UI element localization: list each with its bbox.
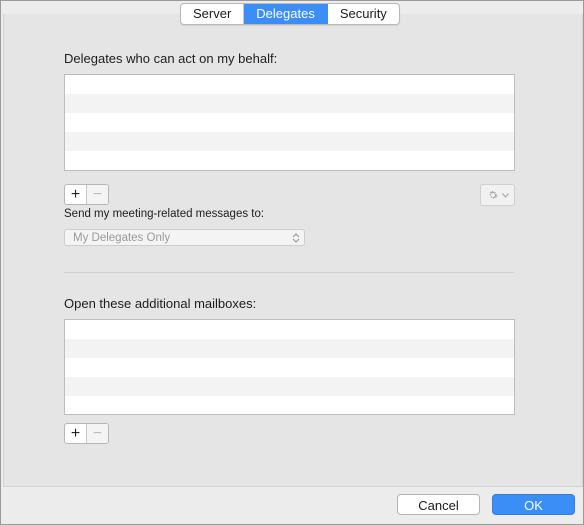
tab-delegates[interactable]: Delegates xyxy=(244,4,328,24)
send-messages-select[interactable]: My Delegates Only xyxy=(64,229,305,246)
add-mailbox-button[interactable]: + xyxy=(65,424,87,443)
list-row[interactable] xyxy=(65,132,514,151)
list-row[interactable] xyxy=(65,113,514,132)
tab-security[interactable]: Security xyxy=(328,4,399,24)
chevron-down-icon xyxy=(501,192,509,198)
tab-bar: Server Delegates Security xyxy=(180,3,400,25)
remove-delegate-button[interactable]: − xyxy=(87,185,108,204)
delegates-list[interactable] xyxy=(64,74,515,171)
tab-server[interactable]: Server xyxy=(181,4,245,24)
ok-button[interactable]: OK xyxy=(492,494,575,515)
add-delegate-button[interactable]: + xyxy=(65,185,87,204)
send-messages-label: Send my meeting-related messages to: xyxy=(64,208,265,220)
list-row[interactable] xyxy=(65,339,514,358)
delegates-heading: Delegates who can act on my behalf: xyxy=(64,51,278,66)
up-down-arrows-icon xyxy=(292,233,300,243)
list-row[interactable] xyxy=(65,377,514,396)
mailboxes-list[interactable] xyxy=(64,319,515,415)
mailboxes-add-remove: + − xyxy=(64,423,109,444)
gear-icon xyxy=(488,190,498,199)
send-messages-value: My Delegates Only xyxy=(73,232,171,244)
list-row[interactable] xyxy=(65,358,514,377)
list-row[interactable] xyxy=(65,320,514,339)
list-row[interactable] xyxy=(65,151,514,170)
list-row[interactable] xyxy=(65,94,514,113)
cancel-button[interactable]: Cancel xyxy=(397,494,480,515)
section-divider xyxy=(64,272,514,273)
mailboxes-heading: Open these additional mailboxes: xyxy=(64,296,257,311)
delegates-add-remove: + − xyxy=(64,184,109,205)
list-row[interactable] xyxy=(65,75,514,94)
list-row[interactable] xyxy=(65,396,514,414)
delegate-actions-menu[interactable] xyxy=(480,184,515,206)
remove-mailbox-button[interactable]: − xyxy=(87,424,108,443)
